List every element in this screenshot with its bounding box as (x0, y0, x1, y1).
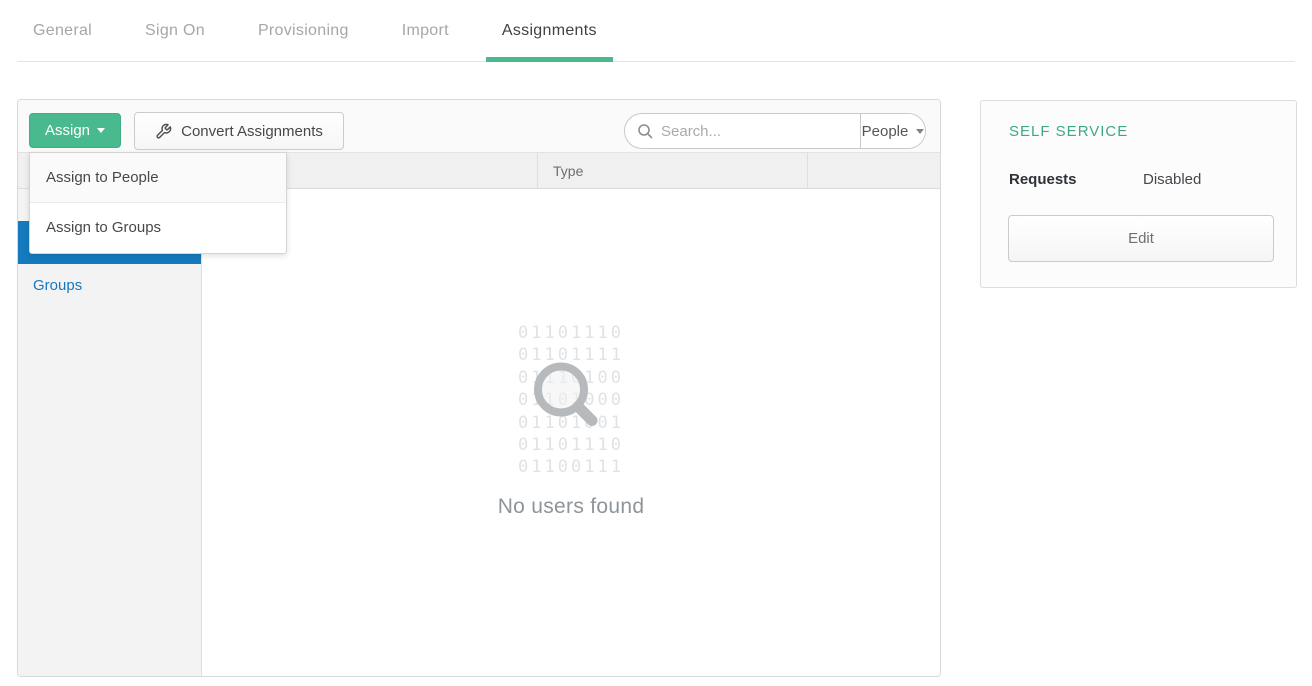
tab-assignments[interactable]: Assignments (502, 0, 597, 62)
wrench-icon (155, 123, 172, 140)
tab-label: Provisioning (258, 22, 349, 40)
self-service-title: SELF SERVICE (1009, 123, 1128, 140)
search-group: People (624, 113, 926, 149)
chevron-down-icon (97, 128, 105, 133)
tab-provisioning[interactable]: Provisioning (258, 0, 349, 62)
column-header-type: Type (538, 153, 808, 188)
binary-art: 01101110 01101111 01110100 01101000 0110… (518, 322, 624, 479)
sidebar-item-groups[interactable]: Groups (18, 264, 201, 307)
binary-line: 01101110 (518, 322, 624, 344)
tabbar-divider (17, 61, 1295, 62)
search-scope-label: People (862, 123, 909, 140)
tab-sign-on[interactable]: Sign On (145, 0, 205, 62)
tab-label: General (33, 22, 92, 40)
search-input[interactable] (661, 123, 860, 140)
assignments-body: People Groups 01101110 01101111 01110100… (18, 189, 940, 676)
assign-button[interactable]: Assign (29, 113, 121, 148)
requests-row: Requests Disabled (1009, 171, 1268, 188)
assignments-page: General Sign On Provisioning Import Assi… (0, 0, 1312, 686)
active-tab-underline (486, 57, 613, 62)
tab-label: Sign On (145, 22, 205, 40)
tab-label: Assignments (502, 22, 597, 40)
assignments-content: 01101110 01101111 01110100 01101000 0110… (202, 189, 940, 676)
empty-state: 01101110 01101111 01110100 01101000 0110… (202, 322, 940, 519)
requests-label: Requests (1009, 171, 1143, 188)
chevron-down-icon (916, 129, 924, 134)
convert-assignments-label: Convert Assignments (181, 123, 323, 140)
empty-state-message: No users found (202, 495, 940, 519)
magnifier-empty-state-icon (530, 359, 604, 438)
search-box (625, 114, 860, 148)
filter-sidebar: People Groups (18, 189, 202, 676)
tab-import[interactable]: Import (402, 0, 449, 62)
requests-value: Disabled (1143, 171, 1201, 188)
tab-label: Import (402, 22, 449, 40)
binary-line: 01100111 (518, 456, 624, 478)
app-tabbar: General Sign On Provisioning Import Assi… (0, 0, 1312, 62)
tab-list: General Sign On Provisioning Import Assi… (33, 0, 650, 62)
assign-button-label: Assign (45, 122, 90, 139)
self-service-card: SELF SERVICE Requests Disabled Edit (980, 100, 1297, 288)
edit-button[interactable]: Edit (1008, 215, 1274, 262)
search-scope-dropdown[interactable]: People (860, 114, 925, 148)
menu-item-assign-to-people[interactable]: Assign to People (30, 153, 286, 203)
column-header (808, 153, 940, 188)
assign-dropdown-menu: Assign to People Assign to Groups (29, 152, 287, 254)
convert-assignments-button[interactable]: Convert Assignments (134, 112, 344, 150)
search-icon (637, 123, 653, 139)
tab-general[interactable]: General (33, 0, 92, 62)
assignments-toolbar: Assign Convert Assignments People (18, 100, 940, 153)
menu-item-assign-to-groups[interactable]: Assign to Groups (30, 203, 286, 253)
